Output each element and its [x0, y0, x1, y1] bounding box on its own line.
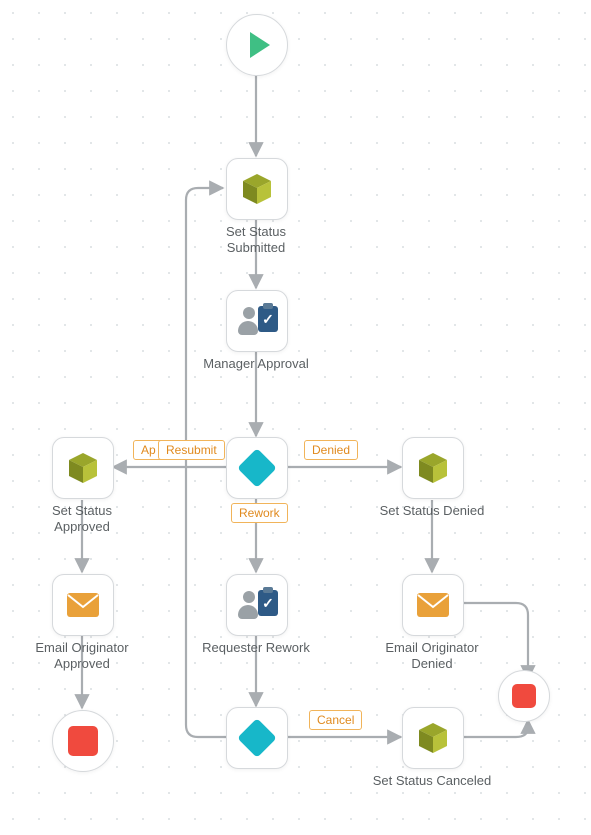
manager-approval-label: Manager Approval — [186, 356, 326, 372]
edge-label-resubmit: Resubmit — [158, 440, 225, 460]
diamond-icon — [237, 448, 277, 488]
set-status-canceled-label: Set Status Canceled — [362, 773, 502, 789]
decision-2-node[interactable] — [226, 707, 288, 769]
box-icon — [415, 720, 451, 756]
mail-icon — [66, 592, 100, 618]
approval-icon — [238, 588, 276, 622]
edge-label-rework: Rework — [231, 503, 288, 523]
end-node-right[interactable] — [498, 670, 550, 722]
decision-1-node[interactable] — [226, 437, 288, 499]
set-status-canceled-node[interactable] — [402, 707, 464, 769]
set-status-denied-node[interactable] — [402, 437, 464, 499]
set-status-submitted-label: Set Status Submitted — [196, 224, 316, 257]
set-status-submitted-node[interactable] — [226, 158, 288, 220]
end-node-left[interactable] — [52, 710, 114, 772]
mail-icon — [416, 592, 450, 618]
stop-icon — [68, 726, 98, 756]
set-status-approved-node[interactable] — [52, 437, 114, 499]
email-originator-denied-label: Email Originator Denied — [362, 640, 502, 673]
edge-label-denied: Denied — [304, 440, 358, 460]
start-node[interactable] — [226, 14, 288, 76]
play-icon — [250, 32, 270, 58]
box-icon — [65, 450, 101, 486]
requester-rework-node[interactable] — [226, 574, 288, 636]
email-originator-approved-node[interactable] — [52, 574, 114, 636]
email-originator-approved-label: Email Originator Approved — [12, 640, 152, 673]
set-status-denied-label: Set Status Denied — [362, 503, 502, 519]
edge-label-cancel: Cancel — [309, 710, 362, 730]
approval-icon — [238, 304, 276, 338]
requester-rework-label: Requester Rework — [186, 640, 326, 656]
set-status-approved-label: Set Status Approved — [22, 503, 142, 536]
stop-icon — [512, 684, 536, 708]
manager-approval-node[interactable] — [226, 290, 288, 352]
box-icon — [415, 450, 451, 486]
box-icon — [239, 171, 275, 207]
diamond-icon — [237, 718, 277, 758]
email-originator-denied-node[interactable] — [402, 574, 464, 636]
